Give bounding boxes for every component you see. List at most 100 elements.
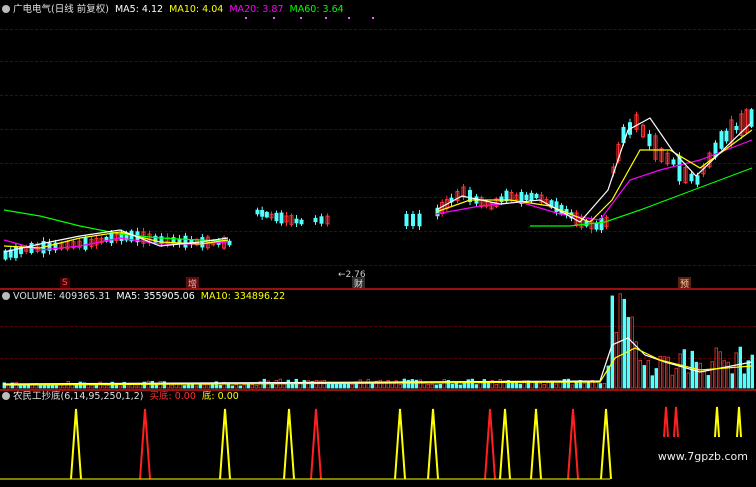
volume-bar xyxy=(654,368,658,389)
signal-spike xyxy=(219,408,231,480)
volume-bar xyxy=(442,379,446,389)
volume-bar xyxy=(454,382,458,389)
candlestick-chart[interactable] xyxy=(0,0,756,288)
candle xyxy=(724,130,729,142)
volume-bar xyxy=(474,384,478,389)
ma20-line xyxy=(435,139,753,221)
volume-bar xyxy=(742,373,746,389)
candle xyxy=(734,125,739,131)
volume-bar xyxy=(494,384,498,389)
volume-bar xyxy=(418,379,422,389)
volume-chart[interactable] xyxy=(0,290,756,389)
volume-bar xyxy=(630,316,634,389)
indicator-name: 农民工抄底(6,14,95,250,1,2) xyxy=(13,391,144,402)
volume-bar xyxy=(330,383,334,389)
volume-bar xyxy=(106,385,110,389)
candle xyxy=(695,175,700,185)
indicator-legend: 农民工抄底(6,14,95,250,1,2) 买底: 0.00 底: 0.00 xyxy=(2,391,242,403)
volume-bar xyxy=(686,372,690,389)
indicator-pane[interactable]: 农民工抄底(6,14,95,250,1,2) 买底: 0.00 底: 0.00 … xyxy=(0,391,756,487)
candle xyxy=(313,217,318,223)
vol-ma5-label: MA5: 355905.06 xyxy=(116,291,195,302)
volume-pane[interactable]: VOLUME: 409365.31 MA5: 355905.06 MA10: 3… xyxy=(0,290,756,389)
signal-spike xyxy=(427,408,439,480)
candle xyxy=(83,237,88,250)
candle xyxy=(109,232,114,244)
candle xyxy=(417,213,422,227)
settings-circle-icon[interactable] xyxy=(2,292,10,300)
signal-spike xyxy=(310,408,322,480)
candle xyxy=(671,159,676,165)
candle xyxy=(299,219,304,225)
event-marker-yu[interactable]: 预 xyxy=(678,277,692,288)
event-marker-zeng[interactable]: 增 xyxy=(186,277,200,288)
volume-bar xyxy=(638,360,642,389)
volume-bar xyxy=(438,383,442,389)
candle xyxy=(183,235,188,248)
volume-bar xyxy=(134,385,138,389)
ma5-label: MA5: 4.12 xyxy=(114,4,164,15)
volume-bar xyxy=(234,384,238,389)
candle xyxy=(524,194,529,201)
signal-chart[interactable] xyxy=(0,391,756,487)
volume-bar xyxy=(722,360,726,389)
volume-bar xyxy=(462,382,466,389)
ex-right-dot xyxy=(348,17,350,19)
volume-bar xyxy=(734,352,738,389)
volume-bar xyxy=(542,384,546,389)
volume-bar xyxy=(334,383,338,389)
candle xyxy=(689,173,694,182)
ex-right-dot xyxy=(372,17,374,19)
volume-bar xyxy=(746,360,750,389)
volume-bar xyxy=(242,384,246,389)
volume-bar xyxy=(230,385,234,389)
volume-bar xyxy=(102,384,106,389)
signal-spike xyxy=(394,408,406,480)
candle xyxy=(594,222,599,230)
volume-bar xyxy=(178,383,182,389)
watermark: www.7gpzb.com xyxy=(657,450,748,463)
volume-legend: VOLUME: 409365.31 MA5: 355905.06 MA10: 3… xyxy=(2,291,288,303)
settings-circle-icon[interactable] xyxy=(2,392,10,400)
volume-bar xyxy=(46,384,50,389)
signal-spike xyxy=(600,408,612,480)
volume-bar xyxy=(282,383,286,389)
volume-bar xyxy=(498,379,502,389)
ex-right-dot xyxy=(325,17,327,19)
volume-bar xyxy=(26,385,30,389)
volume-bar xyxy=(238,385,242,389)
signal-spike xyxy=(484,408,496,480)
volume-bar xyxy=(250,384,254,389)
settings-circle-icon[interactable] xyxy=(2,5,10,13)
ma10-label: MA10: 4.04 xyxy=(169,4,224,15)
volume-bar xyxy=(274,380,278,389)
volume-bar xyxy=(718,351,722,389)
volume-bar xyxy=(558,381,562,389)
signal-spike xyxy=(673,406,679,438)
volume-bar xyxy=(538,382,542,389)
volume-bar xyxy=(702,371,706,389)
signal-spike xyxy=(70,408,82,480)
volume-bar xyxy=(622,298,626,389)
candle xyxy=(294,218,299,224)
price-pane[interactable]: 广电电气(日线 前复权) MA5: 4.12 MA10: 4.04 MA20: … xyxy=(0,0,756,288)
volume-bar xyxy=(598,383,602,389)
candle xyxy=(404,213,409,227)
volume-bar xyxy=(450,383,454,389)
candle xyxy=(264,211,269,218)
signal-spike xyxy=(736,406,742,438)
volume-bar xyxy=(186,383,190,389)
volume-bar xyxy=(322,379,326,389)
volume-bar xyxy=(694,361,698,389)
candle xyxy=(529,192,534,201)
volume-bar xyxy=(714,347,718,389)
volume-bar xyxy=(458,384,462,389)
volume-bar xyxy=(482,379,486,389)
event-marker-cai[interactable]: 财 xyxy=(352,277,366,288)
event-marker-s[interactable]: S xyxy=(60,278,70,288)
volume-bar xyxy=(682,349,686,389)
volume-bar xyxy=(118,385,122,389)
signal-spike xyxy=(714,406,720,438)
volume-bar xyxy=(18,385,22,389)
ex-right-dot xyxy=(245,17,247,19)
